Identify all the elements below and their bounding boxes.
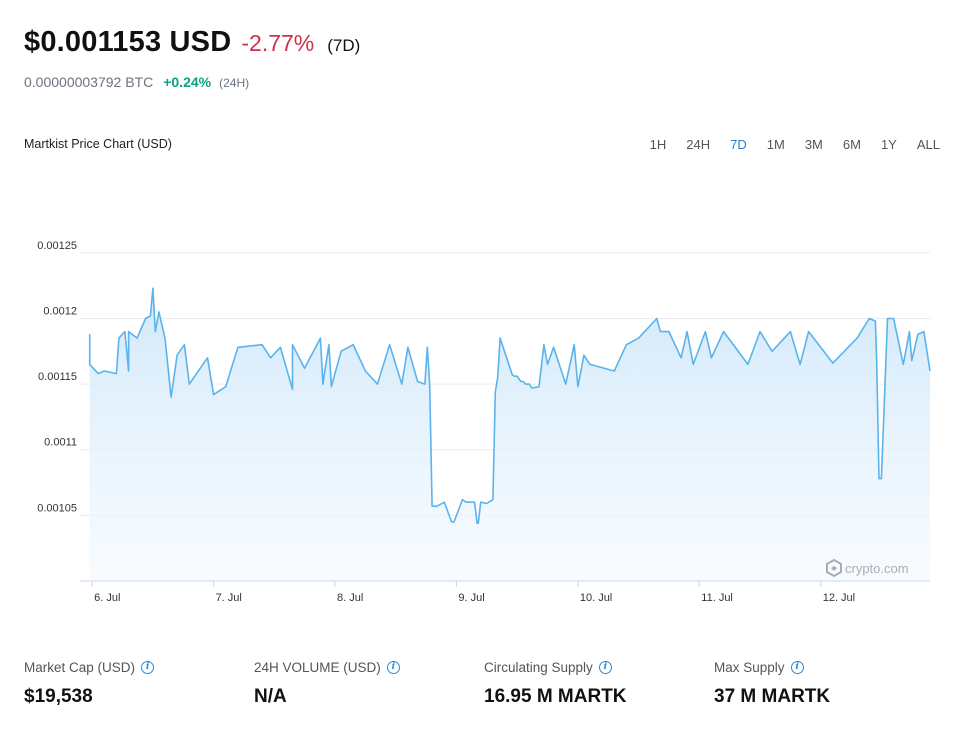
chart-area [88,287,931,581]
range-tab-24h[interactable]: 24H [686,137,710,152]
stat-volume: 24H VOLUME (USD) i N/A [254,660,484,708]
y-tick-label: 0.00125 [37,240,77,252]
range-tab-7d[interactable]: 7D [730,137,747,152]
stat-label: Market Cap (USD) [24,660,136,675]
watermark-text: crypto.com [845,561,909,576]
price-change-period: (7D) [327,36,361,55]
range-tab-1y[interactable]: 1Y [881,137,897,152]
btc-change-period: (24H) [219,76,250,90]
usd-price: $0.001153 USD [24,26,232,58]
stat-value: 37 M MARTK [714,686,831,707]
x-tick-label: 7. Jul [216,592,242,604]
price-chart[interactable]: 0.00105 0.0011 0.00115 0.0012 0.00125 6. Jul 7… [0,200,964,610]
chart-title: Martkist Price Chart (USD) [24,137,172,151]
stat-circulating-supply: Circulating Supply i 16.95 M MARTK [484,660,714,708]
stat-label: 24H VOLUME (USD) [254,660,381,675]
x-tick-label: 6. Jul [94,592,120,604]
x-tick-label: 11. Jul [701,592,733,604]
range-tab-6m[interactable]: 6M [843,137,861,152]
btc-change-percent: +0.24% [163,74,212,90]
info-icon[interactable]: i [598,661,612,674]
info-icon[interactable]: i [386,661,400,674]
y-tick-label: 0.00105 [37,502,77,514]
price-change-percent: -2.77% [241,30,315,56]
stat-label: Circulating Supply [484,660,593,675]
price-header: $0.001153 USD -2.77% (7D) [24,26,360,59]
stat-value: $19,538 [24,686,93,707]
stat-market-cap: Market Cap (USD) i $19,538 [24,660,254,708]
stat-label: Max Supply [714,660,785,675]
stats-row: Market Cap (USD) i $19,538 24H VOLUME (US… [24,660,944,708]
price-area-fill [89,288,930,581]
y-tick-label: 0.00115 [38,371,77,383]
info-icon[interactable]: i [790,661,804,674]
x-tick-label: 9. Jul [458,592,484,604]
btc-price-row: 0.00000003792 BTC +0.24% (24H) [24,74,249,90]
x-tick-label: 8. Jul [337,592,363,604]
range-tab-all[interactable]: ALL [917,137,940,152]
stat-value: 16.95 M MARTK [484,686,627,707]
y-tick-label: 0.0011 [44,437,77,449]
x-tick-label: 12. Jul [823,592,855,604]
range-tab-1m[interactable]: 1M [767,137,785,152]
stat-value: N/A [254,686,287,707]
x-tick-label: 10. Jul [580,592,612,604]
stat-max-supply: Max Supply i 37 M MARTK [714,660,944,708]
time-range-tabs: 1H 24H 7D 1M 3M 6M 1Y ALL [630,137,940,152]
range-tab-1h[interactable]: 1H [650,137,667,152]
btc-price: 0.00000003792 BTC [24,74,154,90]
y-tick-label: 0.0012 [43,305,77,317]
range-tab-3m[interactable]: 3M [805,137,823,152]
info-icon[interactable]: i [141,661,155,674]
